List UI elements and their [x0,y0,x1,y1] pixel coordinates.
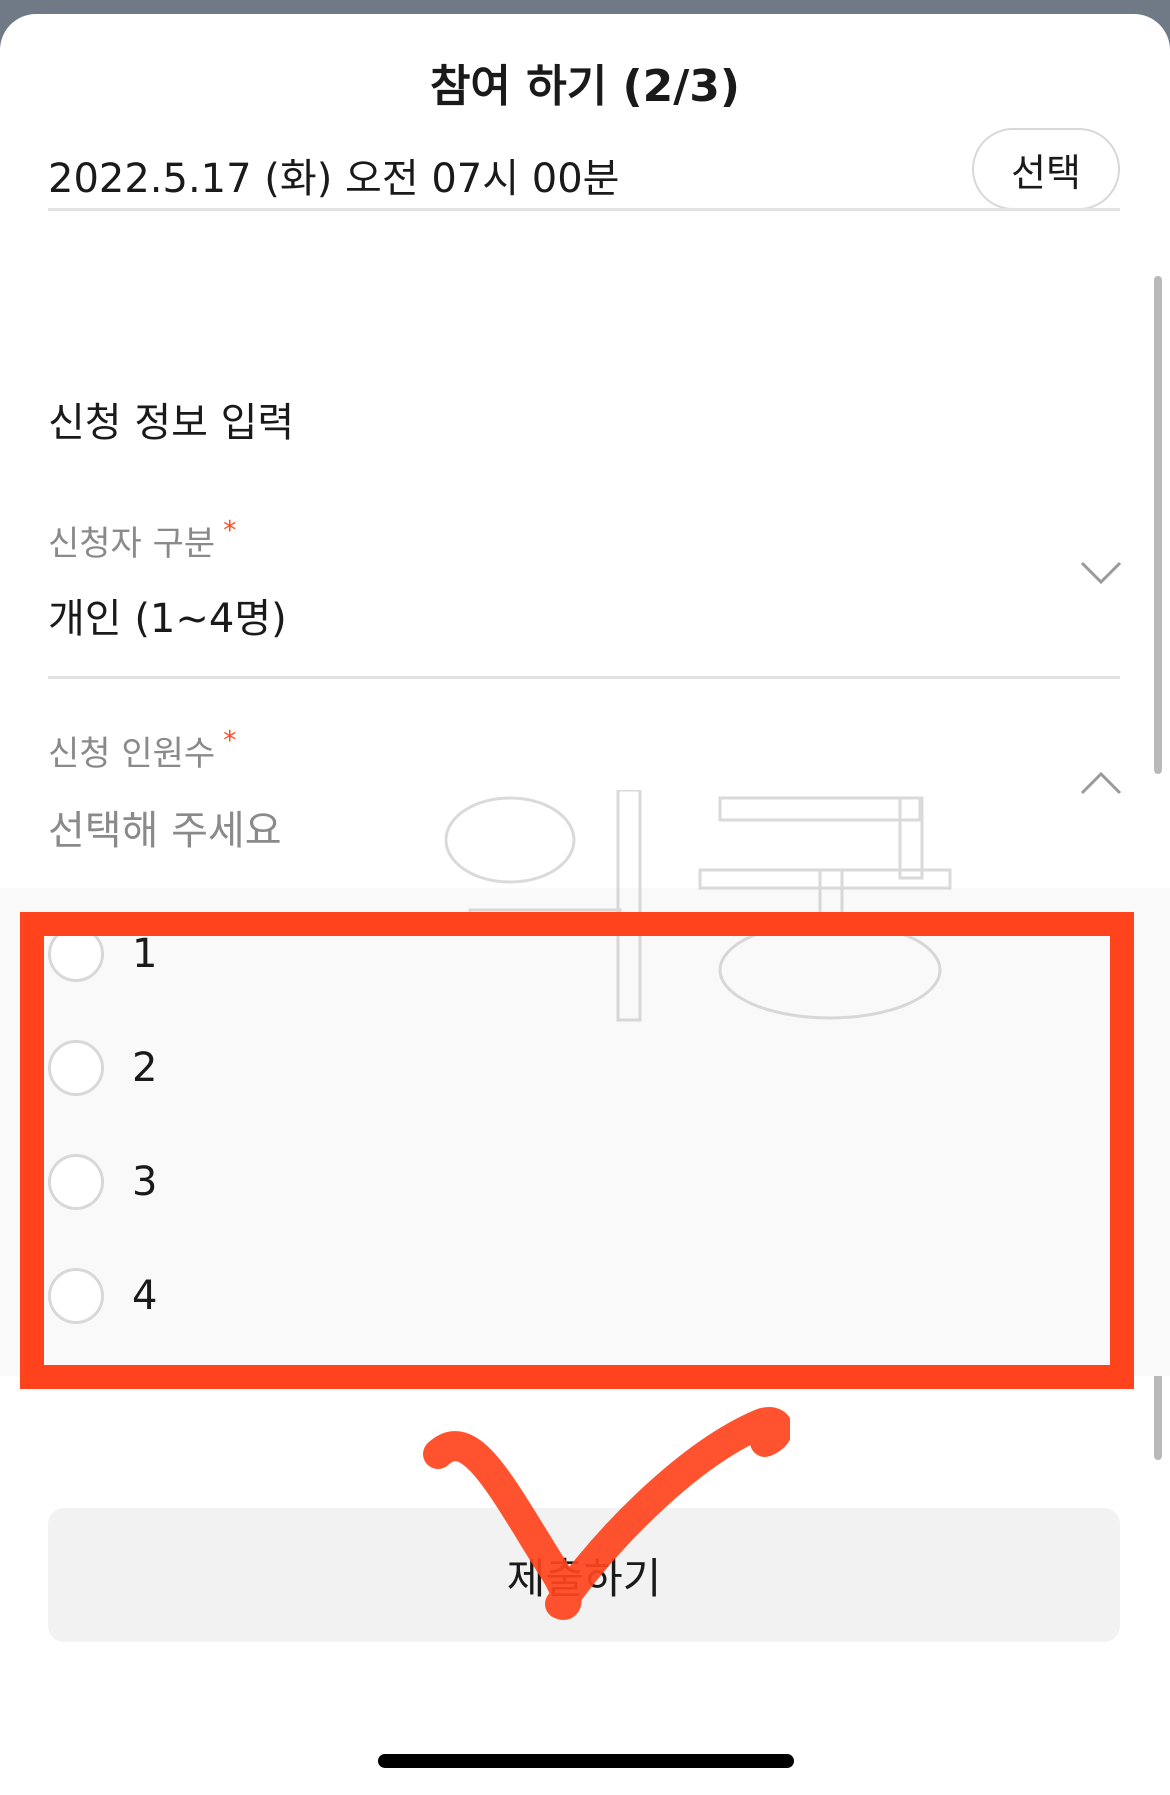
required-mark: * [223,726,237,756]
selected-datetime: 2022.5.17 (화) 오전 07시 00분 [48,156,620,202]
headcount-label: 신청 인원수 * [48,726,236,775]
page-title: 참여 하기 (2/3) [429,61,741,112]
divider [48,676,1120,679]
highlight-annotation-box [20,912,1134,1389]
home-indicator [378,1754,794,1768]
submit-button[interactable]: 제출하기 [48,1508,1120,1642]
required-mark: * [223,516,237,546]
headcount-label-text: 신청 인원수 [48,734,216,774]
chevron-down-icon[interactable] [1080,560,1122,586]
chevron-up-icon[interactable] [1080,770,1122,796]
applicant-type-label-text: 신청자 구분 [48,524,216,564]
applicant-type-label: 신청자 구분 * [48,516,236,565]
divider [48,208,1120,211]
applicant-type-select[interactable]: 개인 (1~4명) [48,586,287,644]
section-title: 신청 정보 입력 [48,400,295,446]
scrollbar-lower[interactable] [1154,1364,1162,1460]
datetime-select-button[interactable]: 선택 [972,128,1120,210]
bottom-sheet: 참여 하기 (2/3) 2022.5.17 (화) 오전 07시 00분 선택 … [0,14,1170,1795]
headcount-select[interactable]: 선택해 주세요 [48,798,282,856]
scrollbar[interactable] [1154,276,1162,774]
